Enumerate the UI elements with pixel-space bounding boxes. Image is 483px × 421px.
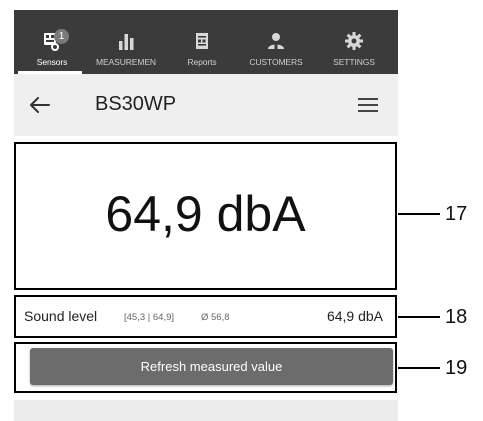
- nav-tab-reports[interactable]: Reports: [164, 10, 240, 74]
- phone-screen: 1 Sensors MEASUREMEN TS: [14, 10, 398, 421]
- callout-line-19: [398, 367, 440, 369]
- sound-level-average: Ø 56,8: [201, 312, 230, 323]
- gear-icon: [345, 32, 363, 55]
- customers-icon: [267, 32, 285, 55]
- callout-number-18: 18: [445, 306, 468, 328]
- callout-number-17: 17: [445, 203, 468, 225]
- callout-number-19: 19: [445, 357, 468, 379]
- sound-level-value: 64,9 dbA: [326, 308, 383, 324]
- sound-level-label: Sound level: [24, 308, 98, 324]
- sound-level-row: Sound level [45,3 | 64,9] Ø 56,8 64,9 db…: [14, 295, 397, 338]
- nav-tab-label: Reports: [187, 57, 217, 67]
- nav-tab-label: Sensors: [36, 57, 68, 67]
- nav-tab-label: MEASUREMEN: [96, 57, 156, 67]
- back-arrow-icon[interactable]: [30, 97, 50, 113]
- nav-tab-settings[interactable]: SETTINGS: [316, 10, 392, 74]
- current-reading-panel: 64,9 dbA: [14, 142, 397, 290]
- bottom-panel: [14, 400, 398, 421]
- hamburger-menu-icon[interactable]: [358, 98, 378, 112]
- nav-tab-sensors[interactable]: 1 Sensors: [14, 10, 90, 74]
- nav-tab-measurements[interactable]: MEASUREMEN TS: [88, 10, 164, 84]
- current-reading-value: 64,9 dbA: [105, 186, 306, 242]
- bar-chart-icon: [117, 32, 135, 55]
- device-title: BS30WP: [95, 93, 177, 115]
- nav-tab-label: SETTINGS: [333, 57, 375, 67]
- nav-tab-customers[interactable]: CUSTOMERS: [238, 10, 314, 74]
- refresh-measured-value-button[interactable]: Refresh measured value: [30, 348, 393, 385]
- sound-level-range: [45,3 | 64,9]: [124, 312, 175, 323]
- sensors-count-badge: 1: [54, 29, 69, 44]
- app-bar: BS30WP: [14, 74, 398, 136]
- callout-line-17: [398, 213, 440, 215]
- top-navigation: 1 Sensors MEASUREMEN TS: [14, 10, 398, 84]
- callout-line-18: [398, 316, 440, 318]
- nav-tab-label: CUSTOMERS: [249, 57, 303, 67]
- report-document-icon: [195, 32, 209, 55]
